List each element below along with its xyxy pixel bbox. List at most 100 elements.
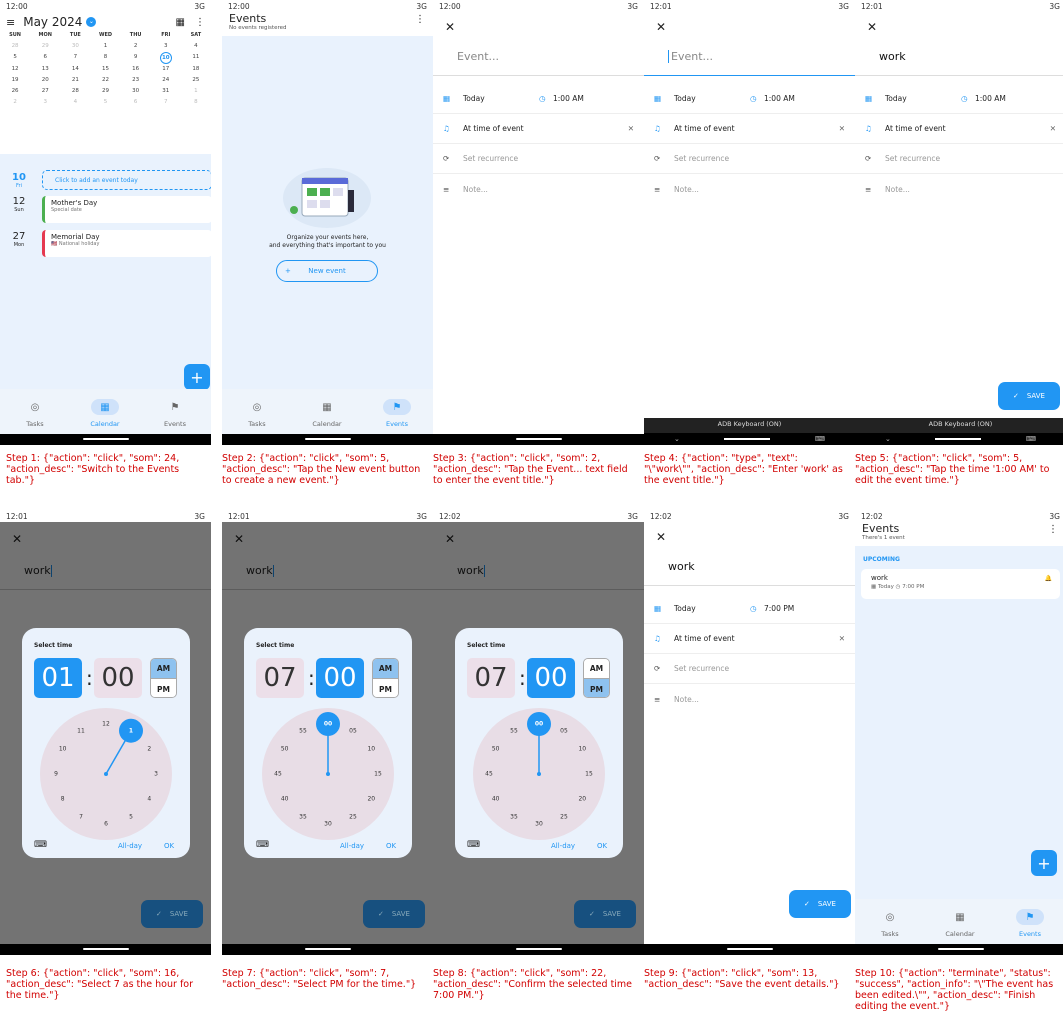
calendar-day[interactable]: 21 <box>60 75 90 86</box>
note-field[interactable]: Note... <box>885 185 910 194</box>
minute-box[interactable]: 00 <box>316 658 364 698</box>
calendar-day[interactable]: 30 <box>60 41 90 52</box>
reminder-button[interactable]: At time of event <box>463 124 628 133</box>
clock-number[interactable]: 8 <box>61 796 65 803</box>
ok-button[interactable]: OK <box>386 842 396 850</box>
minute-box[interactable]: 00 <box>527 658 575 698</box>
calendar-day[interactable]: 1 <box>90 41 120 52</box>
reminder-button[interactable]: At time of event <box>674 634 839 643</box>
remove-reminder-icon[interactable]: ✕ <box>839 634 845 643</box>
clock-number[interactable]: 10 <box>59 746 67 753</box>
calendar-day[interactable]: 1 <box>181 86 211 97</box>
tab-tasks[interactable]: ◎ Tasks <box>0 399 70 429</box>
more-options-icon[interactable]: ⋮ <box>195 17 205 28</box>
calendar-day[interactable]: 15 <box>90 64 120 75</box>
pm-option[interactable]: PM <box>373 679 398 697</box>
calendar-day[interactable]: 26 <box>0 86 30 97</box>
calendar-day[interactable]: 25 <box>181 75 211 86</box>
clock-number[interactable]: 45 <box>274 771 282 778</box>
new-event-button[interactable]: + New event <box>276 260 378 282</box>
clock-number[interactable]: 30 <box>535 821 543 828</box>
clock-number[interactable]: 2 <box>147 746 151 753</box>
clock-number[interactable]: 40 <box>492 796 500 803</box>
am-option[interactable]: AM <box>584 659 609 679</box>
add-fab-button[interactable]: + <box>1031 850 1057 876</box>
calendar-day[interactable]: 3 <box>151 41 181 52</box>
month-title[interactable]: May 2024 <box>23 15 82 29</box>
hour-box[interactable]: 07 <box>467 658 515 698</box>
tab-calendar[interactable]: ▦ Calendar <box>925 909 995 939</box>
calendar-day[interactable]: 29 <box>90 86 120 97</box>
all-day-button[interactable]: All-day <box>551 842 575 850</box>
calendar-day[interactable]: 9 <box>121 52 151 63</box>
am-option[interactable]: AM <box>373 659 398 679</box>
calendar-day[interactable]: 8 <box>90 52 120 63</box>
tab-tasks[interactable]: ◎ Tasks <box>222 399 292 429</box>
am-option[interactable]: AM <box>151 659 176 679</box>
calendar-day[interactable]: 11 <box>181 52 211 63</box>
time-button[interactable]: 1:00 AM <box>553 94 584 103</box>
all-day-button[interactable]: All-day <box>340 842 364 850</box>
clock-number[interactable]: 00 <box>324 721 332 728</box>
save-button[interactable]: ✓ SAVE <box>363 900 425 928</box>
clock-number[interactable]: 45 <box>485 771 493 778</box>
event-title-field[interactable]: work <box>644 548 855 586</box>
menu-icon[interactable]: ≡ <box>6 16 15 29</box>
clock-number[interactable]: 10 <box>578 746 586 753</box>
clock-number[interactable]: 12 <box>102 721 110 728</box>
chevron-down-icon[interactable]: ⌄ <box>86 17 97 27</box>
recurrence-button[interactable]: Set recurrence <box>674 664 729 673</box>
remove-reminder-icon[interactable]: ✕ <box>839 124 845 133</box>
hour-box[interactable]: 01 <box>34 658 82 698</box>
date-button[interactable]: Today <box>463 94 539 103</box>
calendar-day[interactable]: 4 <box>60 97 90 108</box>
clock-number[interactable]: 1 <box>129 727 133 734</box>
recurrence-button[interactable]: Set recurrence <box>463 154 518 163</box>
recurrence-button[interactable]: Set recurrence <box>674 154 729 163</box>
remove-reminder-icon[interactable]: ✕ <box>628 124 634 133</box>
clock-number[interactable]: 15 <box>585 771 593 778</box>
tab-events[interactable]: ⚑ Events <box>362 399 432 428</box>
more-options-icon[interactable]: ⋮ <box>1048 524 1058 535</box>
holiday-card-memorial-day[interactable]: Memorial Day 🇺🇸 National holiday <box>42 230 211 257</box>
clock-number[interactable]: 11 <box>77 727 85 734</box>
clock-number[interactable]: 3 <box>154 771 158 778</box>
note-field[interactable]: Note... <box>463 185 488 194</box>
pm-option[interactable]: PM <box>151 679 176 697</box>
calendar-day[interactable]: 19 <box>0 75 30 86</box>
close-icon[interactable]: ✕ <box>433 12 644 38</box>
clock-number[interactable]: 35 <box>299 814 307 821</box>
date-button[interactable]: Today <box>885 94 961 103</box>
save-button[interactable]: ✓ SAVE <box>789 890 851 918</box>
clock-number[interactable]: 25 <box>349 814 357 821</box>
calendar-day[interactable]: 16 <box>121 64 151 75</box>
clock-number[interactable]: 40 <box>281 796 289 803</box>
calendar-day[interactable]: 7 <box>60 52 90 63</box>
calendar-day[interactable]: 2 <box>0 97 30 108</box>
calendar-day[interactable]: 20 <box>30 75 60 86</box>
add-event-today-button[interactable]: Click to add an event today <box>42 170 211 190</box>
close-icon[interactable]: ✕ <box>644 522 855 548</box>
calendar-day[interactable]: 27 <box>30 86 60 97</box>
reminder-button[interactable]: At time of event <box>674 124 839 133</box>
date-button[interactable]: Today <box>674 604 750 613</box>
event-card[interactable]: work ▦ Today ◷ 7:00 PM 🔔 <box>861 569 1060 599</box>
calendar-day[interactable]: 5 <box>0 52 30 63</box>
pm-option[interactable]: PM <box>584 679 609 697</box>
clock-number[interactable]: 35 <box>510 814 518 821</box>
note-field[interactable]: Note... <box>674 695 699 704</box>
ok-button[interactable]: OK <box>164 842 174 850</box>
keyboard-icon[interactable]: ⌨ <box>1026 435 1036 443</box>
date-button[interactable]: Today <box>674 94 750 103</box>
save-button[interactable]: ✓ SAVE <box>998 382 1060 410</box>
clock-number[interactable]: 25 <box>560 814 568 821</box>
tab-events[interactable]: ⚑ Events <box>140 399 210 429</box>
clock-number[interactable]: 00 <box>535 721 543 728</box>
remove-reminder-icon[interactable]: ✕ <box>1050 124 1056 133</box>
event-title-field[interactable]: Event... <box>644 38 855 76</box>
clock-number[interactable]: 20 <box>367 796 375 803</box>
calendar-day[interactable]: 4 <box>181 41 211 52</box>
minute-box[interactable]: 00 <box>94 658 142 698</box>
note-field[interactable]: Note... <box>674 185 699 194</box>
chevron-down-icon[interactable]: ⌄ <box>674 435 680 443</box>
